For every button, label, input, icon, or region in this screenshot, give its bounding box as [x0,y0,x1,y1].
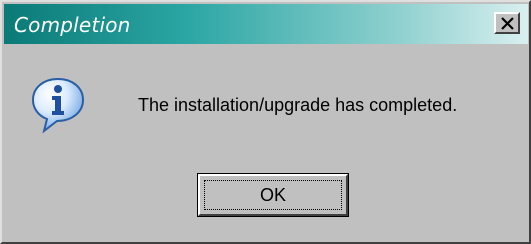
window-title: Completion [14,13,131,37]
completion-dialog: Completion The installation/upgrade has … [0,0,531,244]
ok-button-label: OK [259,184,286,205]
close-icon [501,17,514,30]
ok-button[interactable]: OK [197,173,349,217]
close-button[interactable] [494,12,520,34]
title-bar[interactable]: Completion [4,4,528,44]
information-icon [31,77,85,134]
completion-message: The installation/upgrade has completed. [138,95,458,115]
